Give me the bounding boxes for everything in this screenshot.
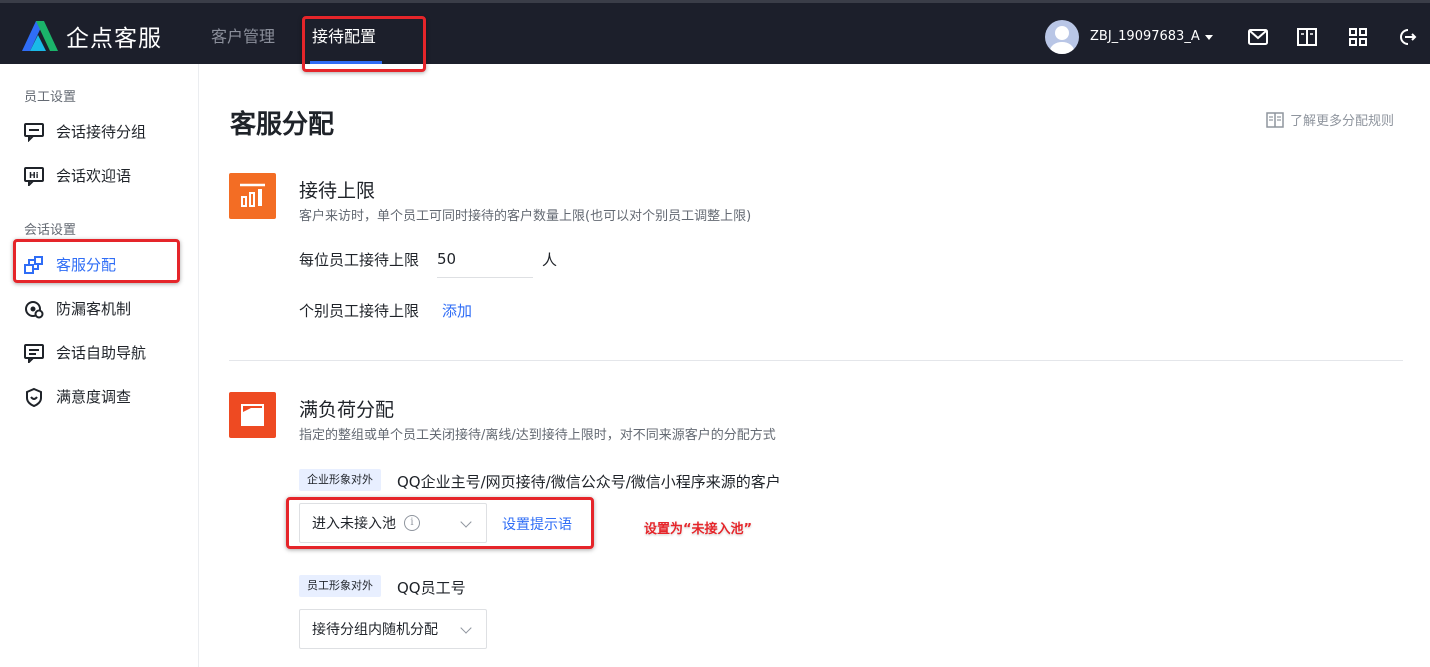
avatar[interactable] [1045, 20, 1079, 54]
rules-link-text: 了解更多分配规则 [1290, 114, 1395, 129]
logout-icon[interactable] [1397, 28, 1417, 46]
sidebar [0, 64, 199, 667]
page-title: 客服分配 [230, 110, 335, 140]
reception-limit-section-icon [229, 173, 276, 219]
overload-section-icon [229, 392, 276, 438]
section-title-reception-limit: 接待上限 [299, 180, 376, 202]
enterprise-sources-text: QQ企业主号/网页接待/微信公众号/微信小程序来源的客户 [397, 473, 781, 491]
sidebar-item-label: 会话自助导航 [56, 344, 147, 362]
app-logo[interactable]: 企点客服 [22, 19, 162, 53]
sidebar-item-chat-group[interactable]: 会话接待分组 [24, 121, 146, 142]
grid-icon[interactable] [1348, 28, 1368, 46]
rules-link[interactable]: 了解更多分配规则 [1266, 110, 1394, 129]
staff-distribution-select[interactable]: 接待分组内随机分配 [299, 609, 487, 649]
set-tip-link[interactable]: 设置提示语 [502, 514, 572, 534]
nav-customer-management[interactable]: 客户管理 [211, 23, 275, 47]
staff-image-tag: 员工形象对外 [299, 575, 381, 597]
section-desc-overload: 指定的整组或单个员工关闭接待/离线/达到接待上限时，对不同来源客户的分配方式 [299, 428, 776, 443]
chevron-down-icon [460, 622, 472, 634]
sidebar-item-label: 会话接待分组 [56, 123, 147, 141]
book-icon[interactable] [1297, 28, 1317, 46]
enterprise-image-tag: 企业形象对外 [299, 469, 381, 491]
per-staff-limit-input[interactable] [437, 240, 533, 278]
self-nav-icon [24, 343, 44, 363]
sidebar-item-welcome[interactable]: Hi 会话欢迎语 [24, 165, 131, 186]
section-title-overload: 满负荷分配 [299, 399, 395, 421]
info-icon[interactable]: i [404, 515, 420, 531]
per-staff-limit-label: 每位员工接待上限 [299, 251, 420, 269]
anti-loss-icon [25, 300, 44, 318]
staff-sources-text: QQ员工号 [397, 579, 466, 597]
nav-reception-config[interactable]: 接待配置 [312, 23, 376, 47]
sidebar-group-staff-settings: 员工设置 [24, 90, 77, 105]
logo-mark-icon [22, 21, 58, 51]
section-desc-reception-limit: 客户来访时，单个员工可同时接待的客户数量上限(也可以对个别员工调整上限) [299, 209, 752, 224]
mail-icon[interactable] [1248, 28, 1268, 46]
svg-text:Hi: Hi [29, 171, 39, 180]
hi-message-icon: Hi [24, 166, 44, 186]
active-nav-indicator [310, 61, 382, 64]
section-divider [229, 360, 1403, 361]
select-value: 接待分组内随机分配 [312, 622, 438, 638]
book-icon [1266, 111, 1284, 128]
sidebar-item-satisfaction[interactable]: 满意度调查 [24, 386, 131, 407]
sidebar-item-anti-loss[interactable]: 防漏客机制 [24, 298, 131, 319]
enterprise-distribution-select[interactable]: 进入未接入池 i [299, 503, 487, 543]
sidebar-group-session-settings: 会话设置 [24, 223, 77, 238]
sidebar-item-label: 防漏客机制 [56, 300, 132, 318]
chevron-down-icon [460, 516, 472, 528]
distribution-icon [24, 255, 43, 274]
annotation-text: 设置为“未接入池” [644, 522, 753, 537]
add-individual-limit-link[interactable]: 添加 [442, 300, 472, 321]
logo-text: 企点客服 [66, 26, 162, 52]
top-navigation-bar: 企点客服 客户管理 接待配置 ZBJ_19097683_A [0, 0, 1430, 64]
sidebar-item-distribution[interactable]: 客服分配 [24, 254, 116, 275]
satisfaction-icon [26, 387, 42, 407]
sidebar-item-label: 会话欢迎语 [56, 167, 132, 185]
username-dropdown[interactable]: ZBJ_19097683_A [1090, 29, 1200, 44]
user-avatar-icon [1050, 26, 1074, 54]
chat-group-icon [24, 122, 44, 142]
window-icon [241, 404, 264, 426]
sidebar-item-label: 满意度调查 [56, 388, 132, 406]
sidebar-item-label: 客服分配 [56, 256, 117, 274]
sidebar-item-self-nav[interactable]: 会话自助导航 [24, 342, 146, 363]
unit-label: 人 [542, 251, 558, 269]
bar-chart-icon [240, 183, 265, 207]
chevron-down-icon[interactable] [1205, 35, 1213, 40]
select-value: 进入未接入池 [312, 516, 396, 532]
individual-limit-label: 个别员工接待上限 [299, 302, 420, 320]
